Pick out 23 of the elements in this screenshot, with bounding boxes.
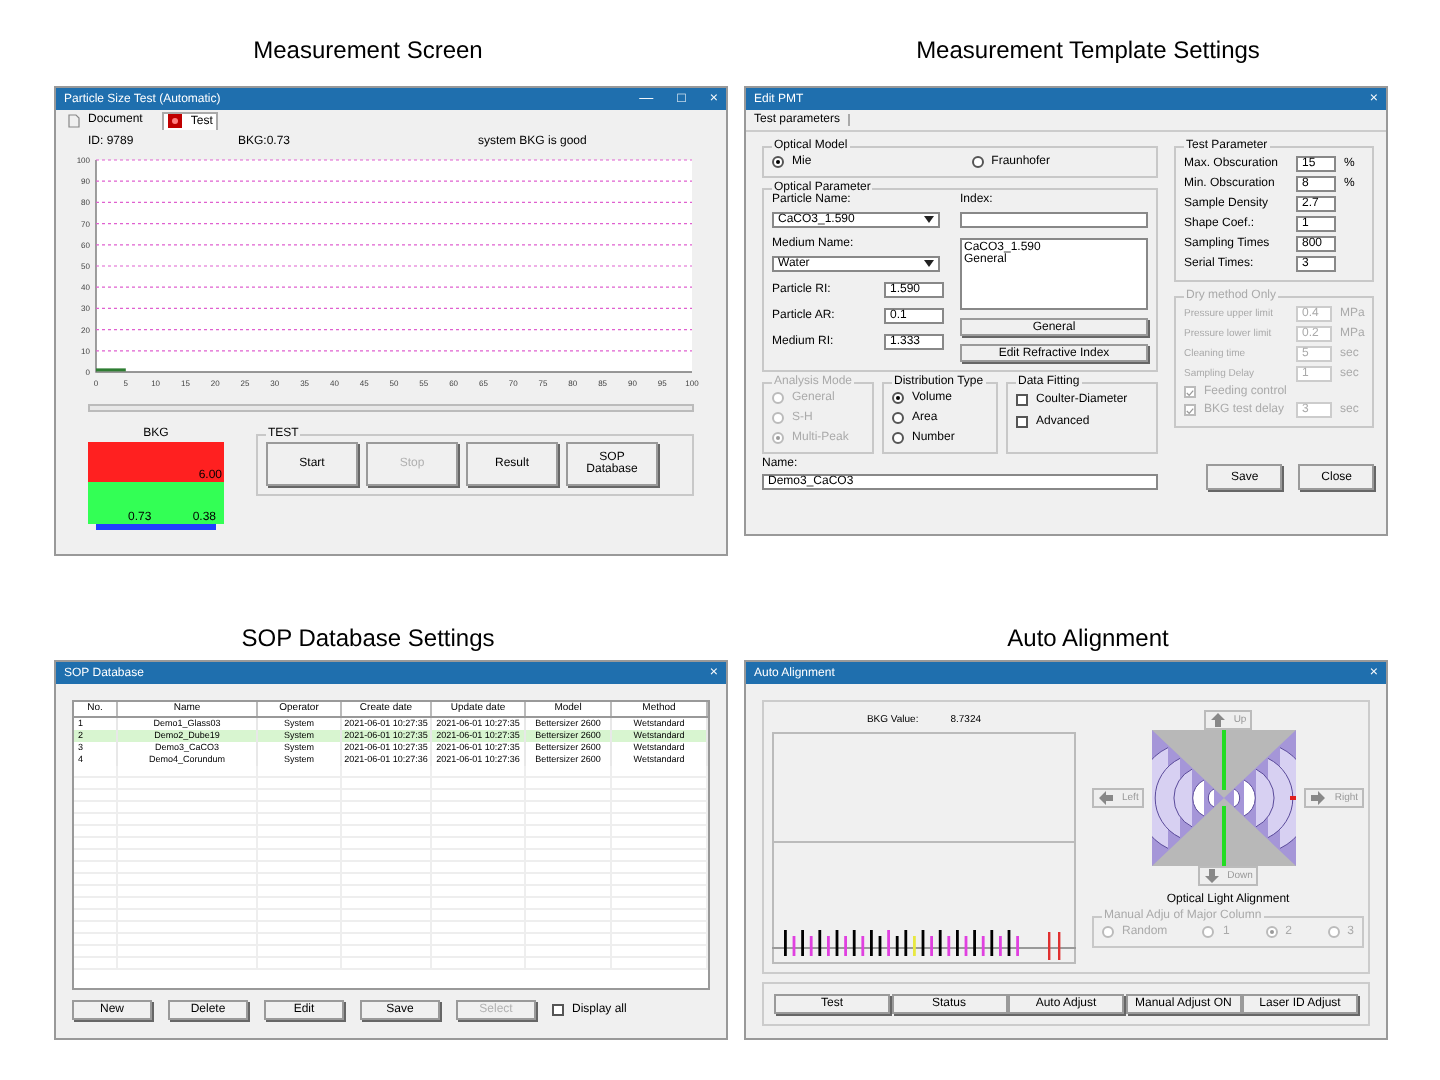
section-heading: Auto Alignment [1007,626,1169,650]
arrow-icon [1209,712,1226,728]
radio-button[interactable] [892,392,904,404]
checkbox[interactable] [1016,416,1028,428]
data-line [96,368,126,372]
arrow-icon [1203,868,1220,884]
caret-icon [924,260,934,268]
arrow-icon [1098,790,1114,806]
arrow-icon [1310,790,1327,806]
section-heading: Measurement Screen [253,38,483,68]
document-icon [68,113,80,127]
section-heading: SOP Database Settings [241,626,495,650]
scrollbar[interactable] [88,404,694,412]
radio-button[interactable] [892,412,904,424]
checkbox[interactable] [1016,394,1028,406]
caret-icon [924,216,934,224]
radio-button[interactable] [772,156,784,168]
input-field[interactable] [960,212,1148,228]
section-heading: Measurement Template Settings [916,38,1260,68]
test-icon [168,114,183,128]
radio-button[interactable] [892,432,904,444]
radio-button[interactable] [971,156,984,168]
checkbox[interactable] [552,1004,564,1016]
